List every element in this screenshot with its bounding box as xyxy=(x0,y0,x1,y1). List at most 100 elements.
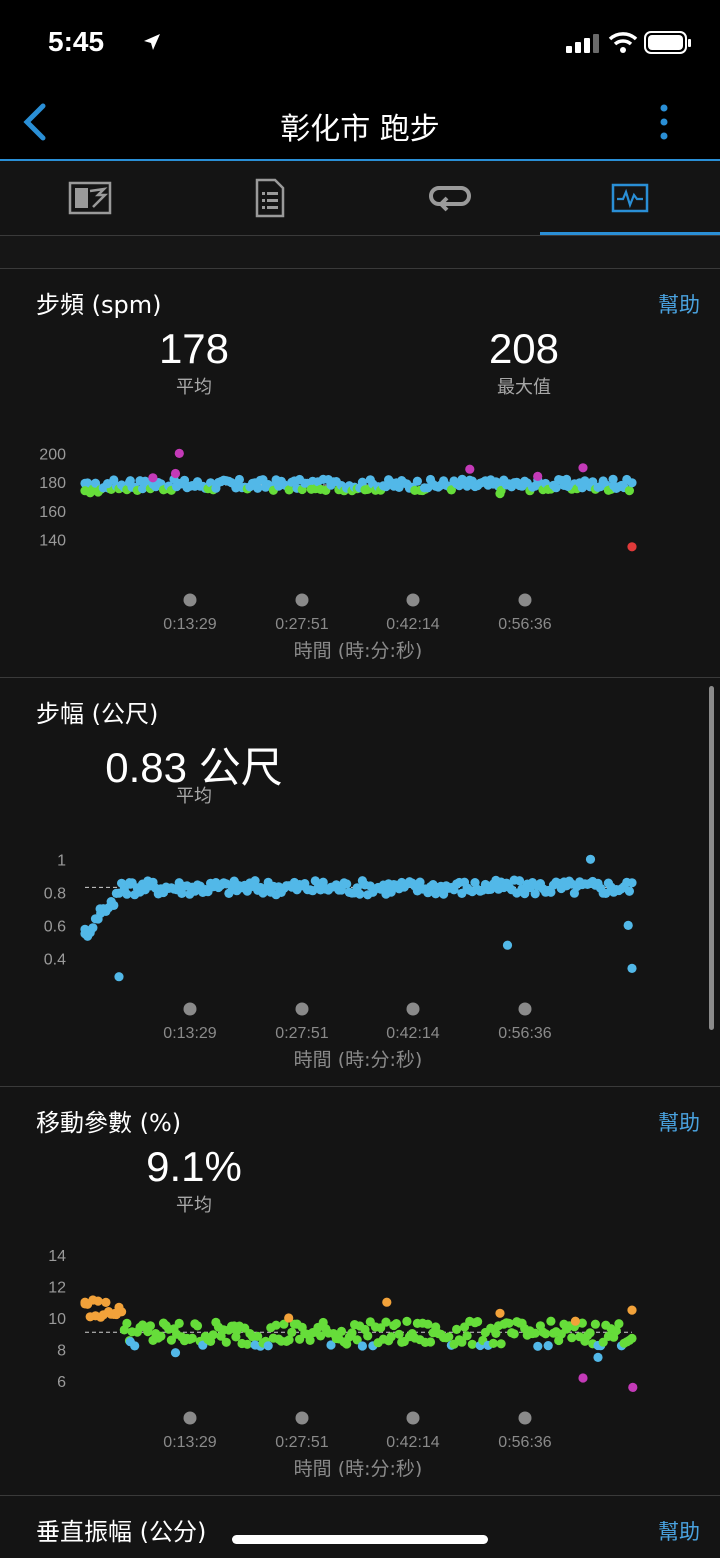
tab-overview[interactable] xyxy=(0,161,180,234)
section-title: 移動參數 (%) xyxy=(36,1109,182,1137)
x-tick-marker xyxy=(406,1002,420,1016)
data-point xyxy=(504,1318,514,1328)
data-point xyxy=(208,1330,218,1340)
data-point xyxy=(551,483,561,493)
data-point xyxy=(192,1321,203,1331)
data-point xyxy=(585,854,596,864)
y-tick-label: 160 xyxy=(39,504,66,521)
x-tick-label: 0:13:29 xyxy=(163,1025,216,1042)
data-point xyxy=(563,481,573,491)
x-axis-label: 時間 (時:分:秒) xyxy=(294,640,423,659)
vertical-ratio-section: 移動參數 (%) 幫助 9.1% 平均 6 8 10 12 14 0:13:29 0:27:… xyxy=(0,1087,720,1495)
tab-charts[interactable] xyxy=(540,161,720,234)
x-tick-marker xyxy=(295,593,309,607)
data-point xyxy=(608,474,618,484)
y-tick-label: 200 xyxy=(39,446,66,463)
data-point xyxy=(170,468,181,479)
section-title: 垂直振幅 (公分) xyxy=(36,1518,207,1546)
data-point xyxy=(412,476,422,486)
y-tick-label: 1 xyxy=(57,852,66,869)
y-tick-label: 0.4 xyxy=(44,951,66,968)
tab-details[interactable] xyxy=(180,161,360,234)
scrollbar[interactable] xyxy=(709,686,714,1030)
data-point xyxy=(614,1319,624,1329)
y-tick-label: 14 xyxy=(48,1248,66,1265)
data-point xyxy=(530,889,540,899)
data-point xyxy=(624,886,635,896)
data-point xyxy=(382,1297,392,1307)
wifi-icon xyxy=(608,32,638,53)
data-point xyxy=(234,474,244,485)
x-tick-label: 0:13:29 xyxy=(163,1434,216,1451)
data-point xyxy=(627,542,637,552)
max-label: 最大值 xyxy=(497,377,551,398)
data-point xyxy=(187,1333,197,1343)
data-point xyxy=(174,1318,184,1328)
data-point xyxy=(80,1297,90,1307)
data-point xyxy=(174,448,184,458)
data-point xyxy=(495,1308,505,1318)
data-point xyxy=(80,486,90,496)
x-tick-label: 0:56:36 xyxy=(498,1434,551,1451)
x-tick-label: 0:27:51 xyxy=(275,1025,328,1042)
data-point xyxy=(578,1373,588,1383)
y-tick-label: 0.8 xyxy=(44,885,66,902)
section-title: 步頻 (spm) xyxy=(36,291,162,319)
x-tick-marker xyxy=(518,1002,532,1016)
x-tick-label: 0:56:36 xyxy=(498,616,551,633)
data-point xyxy=(623,920,633,930)
location-arrow-icon xyxy=(144,34,160,50)
data-point xyxy=(122,889,132,899)
data-point xyxy=(402,1316,412,1326)
data-point xyxy=(585,1328,595,1338)
data-point xyxy=(590,1319,601,1329)
laps-loop-icon xyxy=(429,185,471,211)
data-point xyxy=(391,1319,401,1329)
data-point xyxy=(253,483,263,493)
help-link[interactable]: 幫助 xyxy=(658,1516,700,1546)
data-point xyxy=(231,879,241,889)
data-point xyxy=(336,1326,347,1336)
data-point xyxy=(355,889,365,899)
data-point xyxy=(156,1331,166,1341)
data-point xyxy=(88,923,98,933)
x-tick-label: 0:42:14 xyxy=(386,1025,439,1042)
data-point xyxy=(567,1333,577,1343)
data-point xyxy=(363,1331,373,1341)
data-point xyxy=(546,1316,556,1326)
data-point xyxy=(496,1339,506,1349)
x-tick-label: 0:27:51 xyxy=(275,616,328,633)
data-point xyxy=(357,1341,367,1351)
data-point xyxy=(627,1333,637,1343)
stride-section: 步幅 (公尺) 0.83 公尺 平均 0.4 0.6 0.8 1 0:13:29 0:27… xyxy=(0,678,720,1086)
tab-laps[interactable] xyxy=(360,161,540,234)
more-options-icon[interactable] xyxy=(656,102,672,144)
help-link[interactable]: 幫助 xyxy=(658,289,700,319)
data-point xyxy=(465,464,475,474)
data-point xyxy=(242,1339,252,1349)
x-tick-label: 0:42:14 xyxy=(386,1434,439,1451)
chart-pulse-icon xyxy=(611,183,649,212)
data-point xyxy=(93,1296,103,1306)
home-indicator[interactable] xyxy=(232,1535,488,1544)
data-point xyxy=(95,904,105,914)
data-point xyxy=(509,1329,519,1339)
data-point xyxy=(462,1331,472,1341)
tab-bar xyxy=(0,161,720,236)
y-tick-label: 140 xyxy=(39,533,66,550)
data-point xyxy=(114,972,124,982)
data-point xyxy=(541,1329,551,1339)
data-point xyxy=(495,489,505,499)
data-point xyxy=(271,1320,281,1330)
y-tick-label: 12 xyxy=(48,1279,66,1296)
section-title: 步幅 (公尺) xyxy=(36,700,159,728)
help-link[interactable]: 幫助 xyxy=(658,1107,700,1137)
data-point xyxy=(101,1297,111,1307)
data-point xyxy=(624,486,635,496)
signal-icon xyxy=(566,34,599,53)
x-tick-marker xyxy=(295,1411,309,1425)
overview-icon xyxy=(68,181,112,214)
data-point xyxy=(342,879,352,889)
data-point xyxy=(125,476,135,486)
avg-label: 平均 xyxy=(176,1195,212,1216)
